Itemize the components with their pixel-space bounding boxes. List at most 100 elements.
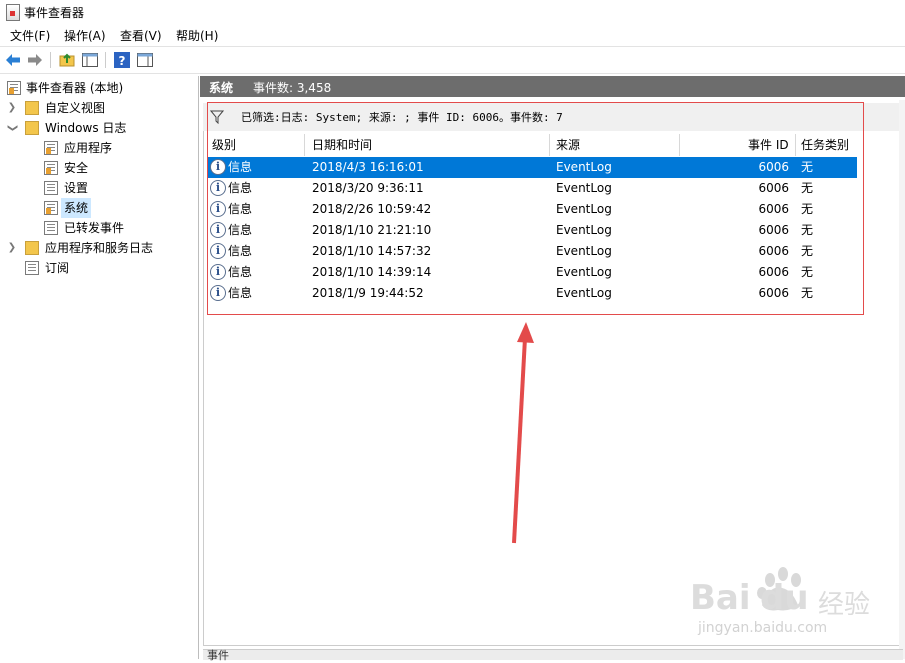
column-header-task-category[interactable]: 任务类别 (801, 134, 849, 156)
table-row[interactable]: i 信息 2018/4/3 16:16:01 EventLog 6006 无 (207, 157, 857, 178)
expand-chevron-icon[interactable]: ❯ (7, 238, 17, 258)
column-divider[interactable] (679, 134, 680, 156)
info-icon: i (210, 159, 226, 175)
action-pane-icon[interactable] (136, 51, 154, 69)
cell-event-id: 6006 (758, 286, 789, 300)
pane-title: 系统 (209, 81, 234, 95)
event-viewer-app-icon (6, 4, 20, 21)
title-bar: 事件查看器 (0, 0, 905, 24)
column-header-event-id[interactable]: 事件 ID (748, 134, 789, 156)
toolbar-separator (105, 52, 106, 68)
annotation-arrow-icon (512, 322, 534, 544)
cell-source: EventLog (556, 160, 612, 174)
tree-label: Windows 日志 (45, 121, 127, 135)
back-arrow-icon[interactable] (4, 51, 22, 69)
subscription-icon (25, 261, 39, 275)
toolbar-separator (50, 52, 51, 68)
cell-datetime: 2018/1/10 14:57:32 (312, 244, 432, 258)
window-title: 事件查看器 (24, 6, 85, 20)
filter-bar: 已筛选:日志: System; 来源: ; 事件 ID: 6006。事件数: 7 (203, 103, 903, 132)
table-row[interactable]: i 信息 2018/3/20 9:36:11 EventLog 6006 无 (207, 178, 857, 199)
column-header-source[interactable]: 来源 (556, 134, 580, 156)
cell-level: 信息 (228, 181, 253, 195)
cell-task-category: 无 (801, 160, 814, 174)
filter-funnel-icon (210, 110, 224, 124)
cell-level: 信息 (228, 286, 253, 300)
expand-chevron-icon[interactable]: ❯ (7, 98, 17, 118)
log-icon (44, 221, 58, 235)
cell-level: 信息 (228, 265, 253, 279)
tree-label: 自定义视图 (45, 101, 106, 115)
menu-action[interactable]: 操作(A) (64, 27, 106, 44)
navigation-tree: 事件查看器 (本地) ❯ 自定义视图 ❯ Windows 日志 应用程序 安全 … (0, 76, 199, 659)
info-icon: i (210, 180, 226, 196)
column-header-level[interactable]: 级别 (212, 134, 236, 156)
folder-icon (25, 241, 39, 255)
log-icon (44, 161, 58, 175)
cell-task-category: 无 (801, 244, 814, 258)
folder-icon (25, 121, 39, 135)
cell-event-id: 6006 (758, 265, 789, 279)
cell-datetime: 2018/4/3 16:16:01 (312, 160, 424, 174)
log-icon (44, 181, 58, 195)
event-count: 事件数: 3,458 (253, 81, 332, 95)
tree-label: 应用程序和服务日志 (45, 241, 154, 255)
cell-level: 信息 (228, 202, 253, 216)
cell-source: EventLog (556, 244, 612, 258)
table-row[interactable]: i 信息 2018/1/10 14:57:32 EventLog 6006 无 (207, 241, 857, 262)
column-divider[interactable] (549, 134, 550, 156)
info-icon: i (210, 222, 226, 238)
collapse-chevron-icon[interactable]: ❯ (2, 123, 22, 133)
cell-event-id: 6006 (758, 223, 789, 237)
folder-icon (25, 101, 39, 115)
info-icon: i (210, 243, 226, 259)
cell-source: EventLog (556, 286, 612, 300)
cell-task-category: 无 (801, 265, 814, 279)
cell-datetime: 2018/1/10 14:39:14 (312, 265, 432, 279)
column-divider[interactable] (304, 134, 305, 156)
cell-source: EventLog (556, 223, 612, 237)
column-divider[interactable] (795, 134, 796, 156)
cell-level: 信息 (228, 223, 253, 237)
cell-event-id: 6006 (758, 181, 789, 195)
filter-summary: 已筛选:日志: System; 来源: ; 事件 ID: 6006。事件数: 7 (241, 111, 563, 124)
show-hide-tree-icon[interactable] (81, 51, 99, 69)
cell-datetime: 2018/3/20 9:36:11 (312, 181, 424, 195)
event-viewer-icon (7, 81, 21, 95)
table-row[interactable]: i 信息 2018/1/10 21:21:10 EventLog 6006 无 (207, 220, 857, 241)
log-icon (44, 201, 58, 215)
cell-event-id: 6006 (758, 202, 789, 216)
pane-header: 系统 事件数: 3,458 (200, 76, 905, 97)
menu-bar: 文件(F) 操作(A) 查看(V) 帮助(H) (0, 24, 905, 46)
cell-task-category: 无 (801, 223, 814, 237)
column-header-datetime[interactable]: 日期和时间 (312, 134, 372, 156)
cell-source: EventLog (556, 181, 612, 195)
menu-view[interactable]: 查看(V) (120, 27, 162, 44)
menu-file[interactable]: 文件(F) (10, 27, 50, 44)
tree-label: 应用程序 (64, 141, 113, 155)
tree-label: 订阅 (45, 261, 70, 275)
cell-source: EventLog (556, 265, 612, 279)
bottom-label: 事件 (207, 649, 229, 662)
forward-arrow-icon[interactable] (26, 51, 44, 69)
info-icon: i (210, 264, 226, 280)
info-icon: i (210, 201, 226, 217)
cell-task-category: 无 (801, 202, 814, 216)
vertical-scrollbar[interactable] (899, 100, 905, 659)
info-icon: i (210, 285, 226, 301)
help-icon[interactable]: ? (113, 51, 131, 69)
table-row[interactable]: i 信息 2018/2/26 10:59:42 EventLog 6006 无 (207, 199, 857, 220)
cell-level: 信息 (228, 244, 253, 258)
folder-up-icon[interactable] (58, 51, 76, 69)
cell-datetime: 2018/1/9 19:44:52 (312, 286, 424, 300)
cell-event-id: 6006 (758, 244, 789, 258)
svg-text:?: ? (119, 54, 126, 68)
table-row[interactable]: i 信息 2018/1/9 19:44:52 EventLog 6006 无 (207, 283, 857, 304)
toolbar: ? (0, 46, 905, 74)
menu-help[interactable]: 帮助(H) (176, 27, 218, 44)
bottom-details-bar: 事件 (203, 649, 903, 662)
cell-source: EventLog (556, 202, 612, 216)
table-row[interactable]: i 信息 2018/1/10 14:39:14 EventLog 6006 无 (207, 262, 857, 283)
tree-label: 系统 (61, 198, 92, 218)
tree-label: 设置 (64, 181, 89, 195)
